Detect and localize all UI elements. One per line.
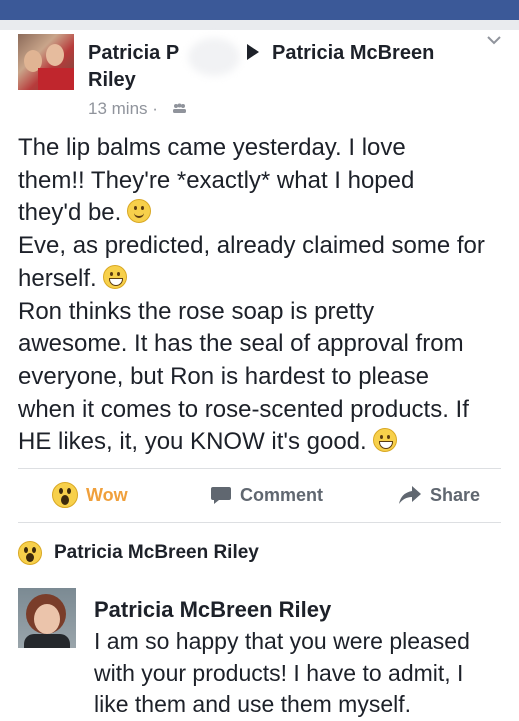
comment-icon (211, 487, 231, 504)
wow-label: Wow (86, 484, 128, 505)
post-body-line-with-emoji: HE likes, it, you KNOW it's good. (18, 426, 513, 459)
feed-separator (0, 20, 519, 30)
post-body-line-with-emoji: they'd be. (18, 197, 513, 230)
post-body-line: awesome. It has the seal of approval fro… (18, 330, 464, 358)
friends-icon[interactable] (172, 103, 187, 114)
avatar-face (34, 604, 60, 634)
comment-line: like them and use them myself. (94, 691, 412, 717)
author-avatar[interactable] (18, 34, 74, 90)
post-meta: 13 mins · (88, 98, 158, 120)
comment-line: I am so happy that you were pleased (94, 628, 470, 654)
avatar-face (46, 44, 64, 66)
avatar-shirt (38, 68, 74, 90)
top-nav-bar (0, 0, 519, 20)
post-body-line: The lip balms came yesterday. I love (18, 134, 406, 161)
author-name-link-continued[interactable]: Riley (88, 67, 136, 94)
comment-label: Comment (240, 484, 324, 505)
post-body-line-with-emoji: herself. (18, 263, 513, 296)
post-body-line: Ron thinks the rose soap is pretty (18, 297, 375, 325)
target-profile-link[interactable]: Patricia McBreen (272, 40, 434, 67)
post-body-line: them!! They're *exactly* what I hoped (18, 166, 415, 194)
comment-body: I am so happy that you were pleased with… (94, 626, 514, 721)
comment-author-link[interactable]: Patricia McBreen Riley (94, 596, 331, 624)
share-button[interactable]: Share (398, 482, 480, 508)
post-body-line: everyone, but Ron is hardest to please (18, 362, 429, 390)
meta-separator: · (152, 99, 158, 118)
reactions-summary[interactable]: Patricia McBreen Riley (18, 541, 259, 565)
post-timestamp[interactable]: 13 mins (88, 99, 148, 118)
divider (18, 468, 501, 469)
post-body-line: Eve, as predicted, already claimed some … (18, 232, 485, 260)
avatar-body (24, 634, 70, 648)
comment-button[interactable]: Comment (210, 482, 323, 508)
share-icon (399, 486, 421, 504)
author-name-link[interactable]: Patricia P (88, 40, 179, 67)
right-arrow-icon (247, 44, 259, 60)
reactor-name: Patricia McBreen Riley (54, 542, 259, 563)
commenter-avatar[interactable] (18, 588, 76, 648)
grin-emoji-icon (102, 264, 127, 289)
wow-icon (52, 482, 78, 508)
wow-reaction-button[interactable]: Wow (52, 482, 128, 508)
post-body-line: when it comes to rose-scented products. … (18, 395, 469, 423)
share-label: Share (430, 484, 481, 505)
comment-line: with your products! I have to admit, I (94, 659, 464, 686)
grin-emoji-icon (372, 428, 397, 453)
chevron-down-icon[interactable] (486, 32, 502, 48)
redacted-name-blur (188, 38, 240, 76)
divider (18, 522, 501, 523)
post-body: The lip balms came yesterday. I love the… (18, 132, 513, 459)
wow-icon (18, 541, 42, 565)
smile-emoji-icon (127, 199, 152, 224)
